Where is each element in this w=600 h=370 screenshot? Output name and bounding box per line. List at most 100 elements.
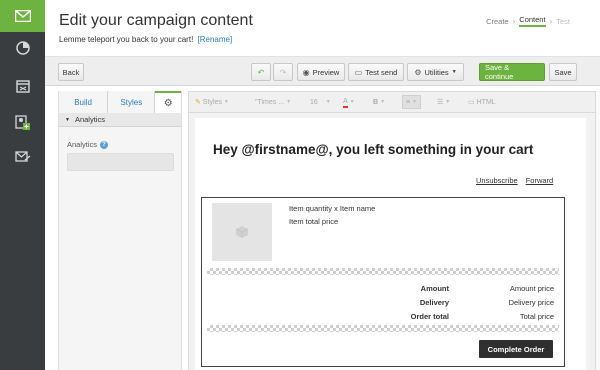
page-header: Edit your campaign content Lemme telepor… <box>45 0 600 56</box>
styles-label: Styles <box>202 98 222 106</box>
campaigns-nav[interactable] <box>0 0 45 32</box>
list-dropdown[interactable]: ☰ ▼ <box>437 95 450 109</box>
bold-icon: B <box>373 98 379 106</box>
campaign-subject-text: Lemme teleport you back to your cart! <box>59 35 194 44</box>
divider-pattern <box>207 325 559 332</box>
complete-order-button[interactable]: Complete Order <box>479 340 553 358</box>
align-left-icon: ≡ <box>406 98 411 106</box>
rich-text-toolbar: ✎ Styles ▼ "Times ... ▼ 16 ▼ A ▼ B ▼ ≡ ▼… <box>188 91 596 113</box>
automation-nav[interactable] <box>0 70 45 102</box>
transactional-nav[interactable] <box>0 140 45 172</box>
styles-dropdown[interactable]: ✎ Styles ▼ <box>195 95 229 109</box>
align-dropdown[interactable]: ≡ ▼ <box>402 95 422 109</box>
analytics-section-toggle[interactable]: ▼ Analytics <box>59 113 181 127</box>
caret-down-icon: ▼ <box>451 69 457 75</box>
divider-pattern <box>207 268 559 275</box>
pie-chart-icon <box>15 41 30 55</box>
tab-styles[interactable]: Styles <box>108 91 156 113</box>
caret-down-icon: ▼ <box>286 99 292 105</box>
preview-button[interactable]: ◉ Preview <box>297 63 345 81</box>
wizard-steps: Create › Content › Test <box>486 15 570 27</box>
envelope-icon <box>14 10 31 22</box>
app-sidebar <box>0 0 45 370</box>
font-family-select[interactable]: "Times ... ▼ <box>255 95 291 109</box>
html-button[interactable]: ▭ HTML <box>468 95 496 109</box>
html-label: HTML <box>476 98 496 106</box>
caret-down-icon: ▼ <box>65 116 70 123</box>
test-send-button[interactable]: ▭ Test send <box>348 63 404 81</box>
redo-icon: ↷ <box>279 67 287 77</box>
caret-down-icon: ▼ <box>223 99 229 105</box>
caret-down-icon: ▼ <box>349 99 355 105</box>
undo-button[interactable]: ↶ <box>251 63 271 81</box>
email-links: Unsubscribe Forward <box>476 176 553 185</box>
code-icon: ▭ <box>468 99 475 106</box>
bold-button[interactable]: B ▼ <box>373 95 385 109</box>
text-color-button[interactable]: A ▼ <box>343 95 355 109</box>
box-icon <box>235 226 249 238</box>
settings-panel: Build Styles ⚙ ▼ Analytics Analytics ? <box>58 91 182 370</box>
order-total-value: Total price <box>519 312 554 321</box>
item-name: Item quantity x Item name <box>289 204 376 213</box>
window-icon <box>15 79 30 93</box>
font-size-select[interactable]: 16 ▼ <box>310 95 331 109</box>
editor-actions-bar: Back ↶ ↷ ◉ Preview ▭ Test send ⚙ Utiliti… <box>45 56 600 86</box>
save-continue-label: Save & continue <box>485 63 514 81</box>
caret-down-icon: ▼ <box>412 99 418 105</box>
test-send-label: Test send <box>365 67 398 77</box>
redo-button[interactable]: ↷ <box>273 63 293 81</box>
utilities-label: Utilities <box>424 67 449 77</box>
analytics-label-text: Analytics <box>67 140 98 149</box>
tab-settings[interactable]: ⚙ <box>155 91 182 113</box>
save-button[interactable]: Save <box>549 63 577 81</box>
mail-send-icon <box>14 150 30 162</box>
delivery-label: Delivery <box>419 298 449 307</box>
item-total-price: Item total price <box>289 217 339 226</box>
help-icon[interactable]: ? <box>100 140 109 149</box>
product-image-placeholder <box>212 203 272 261</box>
chevron-right-icon: › <box>549 16 553 26</box>
unsubscribe-link[interactable]: Unsubscribe <box>476 176 518 185</box>
chevron-right-icon: › <box>512 16 516 26</box>
monitor-icon: ▭ <box>354 67 363 77</box>
delivery-value: Delivery price <box>508 298 554 307</box>
save-continue-button[interactable]: Save & continue <box>479 63 545 81</box>
amount-value: Amount price <box>509 284 554 293</box>
campaign-subject: Lemme teleport you back to your cart! [R… <box>59 35 232 44</box>
caret-down-icon: ▼ <box>325 99 331 105</box>
font-family-value: "Times ... <box>255 98 285 106</box>
step-test[interactable]: Test <box>556 17 570 26</box>
step-content[interactable]: Content <box>519 15 546 27</box>
back-button[interactable]: Back <box>58 63 84 81</box>
rename-link[interactable]: [Rename] <box>198 35 233 44</box>
amount-label: Amount <box>420 284 449 293</box>
panel-tabs: Build Styles ⚙ <box>59 91 182 113</box>
save-label: Save <box>554 67 572 77</box>
undo-icon: ↶ <box>257 67 265 77</box>
brush-icon: ✎ <box>195 99 201 106</box>
font-size-value: 16 <box>310 98 318 106</box>
preview-label: Preview <box>312 67 340 77</box>
email-headline[interactable]: Hey @firstname@, you left something in y… <box>213 142 533 157</box>
eye-icon: ◉ <box>302 67 310 77</box>
order-total-label: Order total <box>410 312 449 321</box>
page-title: Edit your campaign content <box>59 12 253 29</box>
text-color-icon: A <box>343 97 348 108</box>
forward-link[interactable]: Forward <box>526 176 554 185</box>
add-contact-icon <box>15 114 30 130</box>
caret-down-icon: ▼ <box>445 99 451 105</box>
list-icon: ☰ <box>437 99 444 106</box>
gear-icon: ⚙ <box>163 97 173 109</box>
utilities-dropdown[interactable]: ⚙ Utilities ▼ <box>407 63 464 81</box>
step-create[interactable]: Create <box>486 17 509 26</box>
tab-build[interactable]: Build <box>59 91 109 113</box>
analytics-input[interactable] <box>67 153 174 171</box>
gear-icon: ⚙ <box>414 67 422 77</box>
analytics-field-label: Analytics ? <box>67 140 109 149</box>
contacts-nav[interactable] <box>0 106 45 138</box>
back-button-label: Back <box>62 67 80 77</box>
caret-down-icon: ▼ <box>380 99 386 105</box>
analytics-section-title: Analytics <box>74 115 105 124</box>
scrollbar[interactable] <box>596 91 600 370</box>
reports-nav[interactable] <box>0 32 45 64</box>
